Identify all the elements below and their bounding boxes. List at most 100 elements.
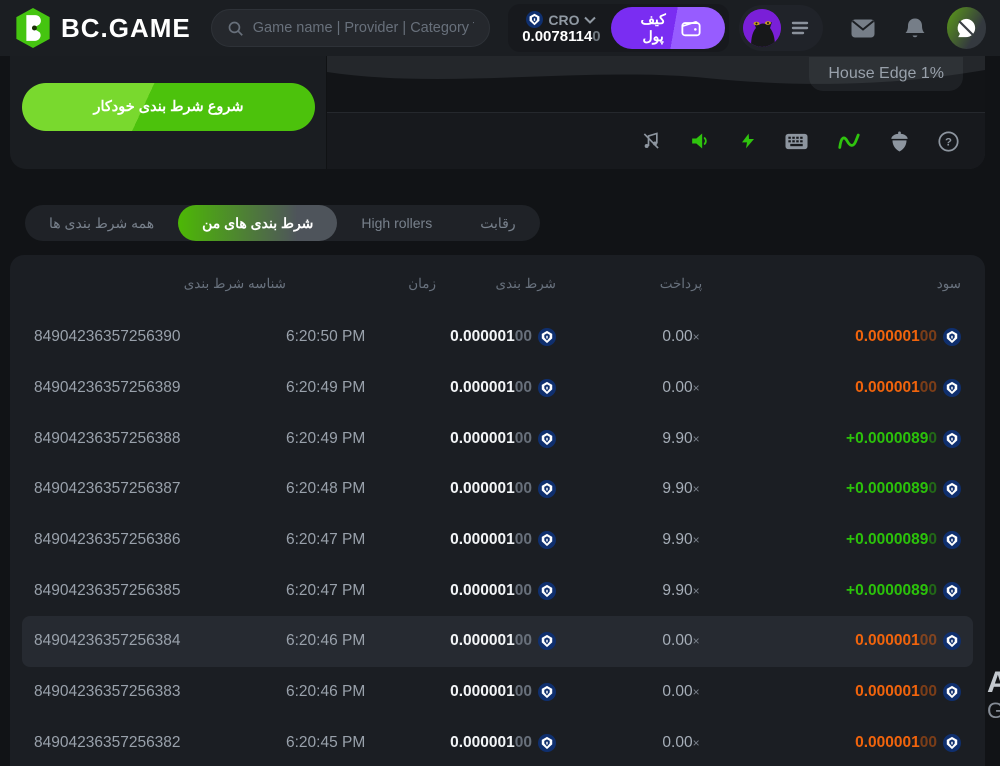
currency-selector[interactable]: CRO 0.00781140 [522,11,600,45]
fairness-seed-icon[interactable] [890,131,909,152]
payout-multiplier: 9.90× [556,480,806,498]
bet-id: 84904236357256382 [34,734,286,752]
table-row[interactable]: 84904236357256385 6:20:47 PM 0.00000100 … [22,565,973,616]
table-row[interactable]: 84904236357256383 6:20:46 PM 0.00000100 … [22,667,973,718]
bcgame-logo[interactable]: BC.GAME [14,7,191,49]
cro-coin-icon [538,328,556,346]
payout-multiplier: 0.00× [556,734,806,752]
bet-id: 84904236357256389 [34,379,286,397]
bet-id: 84904236357256386 [34,531,286,549]
cro-coin-icon [538,531,556,549]
cro-coin-icon [538,632,556,650]
bet-time: 6:20:47 PM [286,531,436,549]
top-header: BC.GAME CRO [0,0,1000,56]
table-row[interactable]: 84904236357256387 6:20:48 PM 0.00000100 … [22,464,973,515]
wallet-button[interactable]: کیف پول [611,7,725,49]
bet-id: 84904236357256388 [34,430,286,448]
clipped-overlay-text-g: G [987,698,1000,724]
table-row[interactable]: 84904236357256384 6:20:46 PM 0.00000100 … [22,616,973,667]
col-time: زمان [286,276,436,292]
hotkeys-keyboard-icon[interactable] [785,133,808,150]
bet-time: 6:20:49 PM [286,430,436,448]
bet-amount: 0.00000100 [436,683,556,701]
avatar[interactable] [743,9,781,47]
bet-profit: +0.00000890 [806,531,961,549]
bet-profit: +0.00000890 [806,430,961,448]
turbo-bet-icon[interactable] [740,130,756,152]
game-section: شروع شرط بندی خودکار House Edge 1% [10,56,985,169]
chat-toggle-icon[interactable] [947,7,986,49]
bet-amount: 0.00000100 [436,328,556,346]
bet-time: 6:20:49 PM [286,379,436,397]
bet-amount: 0.00000100 [436,632,556,650]
bet-profit: +0.00000890 [806,480,961,498]
table-row[interactable]: 84904236357256386 6:20:47 PM 0.00000100 … [22,515,973,566]
bet-id: 84904236357256383 [34,683,286,701]
payout-multiplier: 9.90× [556,430,806,448]
game-search-bar[interactable] [211,9,490,47]
bets-table: شناسه شرط بندی زمان شرط بندی پرداخت سود … [10,255,985,766]
cro-coin-icon [538,430,556,448]
tab-race[interactable]: رقابت [456,205,539,241]
bcgame-logo-text: BC.GAME [61,13,191,44]
table-row[interactable]: 84904236357256382 6:20:45 PM 0.00000100 … [22,718,973,766]
mail-icon[interactable] [851,19,875,38]
search-input[interactable] [253,20,474,36]
bet-amount: 0.00000100 [436,582,556,600]
music-off-icon[interactable] [641,131,661,151]
bet-amount: 0.00000100 [436,734,556,752]
currency-code: CRO [548,12,579,28]
trends-icon[interactable] [837,131,861,151]
help-icon[interactable]: ? [938,131,959,152]
bet-controls-panel: شروع شرط بندی خودکار [10,56,327,169]
profile-group [739,5,823,51]
bets-tab-bar: همه شرط بندی ها شرط بندی های من High rol… [25,205,540,241]
cro-coin-icon [943,379,961,397]
cro-coin-icon [538,582,556,600]
bet-amount: 0.00000100 [436,379,556,397]
bets-table-header: شناسه شرط بندی زمان شرط بندی پرداخت سود [22,255,973,312]
wallet-icon [681,20,701,37]
payout-multiplier: 9.90× [556,582,806,600]
bet-profit: 0.00000100 [806,683,961,701]
payout-multiplier: 9.90× [556,531,806,549]
cro-coin-icon [538,683,556,701]
cro-coin-icon [943,582,961,600]
game-toolbar: ? [327,112,985,169]
tab-all-bets[interactable]: همه شرط بندی ها [25,205,178,241]
table-row[interactable]: 84904236357256388 6:20:49 PM 0.00000100 … [22,413,973,464]
notifications-bell-icon[interactable] [905,17,925,40]
col-bet: شرط بندی [436,276,556,292]
bet-id: 84904236357256387 [34,480,286,498]
bet-time: 6:20:45 PM [286,734,436,752]
sound-on-icon[interactable] [690,131,711,151]
start-autobet-button[interactable]: شروع شرط بندی خودکار [22,83,315,131]
tab-my-bets[interactable]: شرط بندی های من [178,205,337,241]
table-row[interactable]: 84904236357256389 6:20:49 PM 0.00000100 … [22,363,973,414]
bets-table-body: 84904236357256390 6:20:50 PM 0.00000100 … [22,312,973,766]
bet-profit: 0.00000100 [806,632,961,650]
col-payout: پرداخت [556,276,806,292]
bet-amount: 0.00000100 [436,480,556,498]
bet-id: 84904236357256384 [34,632,286,650]
bet-profit: 0.00000100 [806,379,961,397]
bet-profit: 0.00000100 [806,734,961,752]
bcgame-logo-icon [14,7,52,49]
bet-amount: 0.00000100 [436,531,556,549]
payout-multiplier: 0.00× [556,683,806,701]
bet-time: 6:20:48 PM [286,480,436,498]
tab-high-rollers[interactable]: High rollers [337,205,456,241]
bet-time: 6:20:46 PM [286,683,436,701]
bet-amount: 0.00000100 [436,430,556,448]
col-profit: سود [806,276,961,292]
menu-icon[interactable] [791,21,809,35]
wallet-balance: 0.00781140 [522,28,600,45]
cro-coin-icon [943,531,961,549]
bet-profit: +0.00000890 [806,582,961,600]
chevron-down-icon [584,16,596,24]
payout-multiplier: 0.00× [556,328,806,346]
table-row[interactable]: 84904236357256390 6:20:50 PM 0.00000100 … [22,312,973,363]
cro-coin-icon [943,683,961,701]
balance-wallet-group: CRO 0.00781140 کیف پول [508,4,728,52]
crash-game-display: House Edge 1% [327,56,985,169]
